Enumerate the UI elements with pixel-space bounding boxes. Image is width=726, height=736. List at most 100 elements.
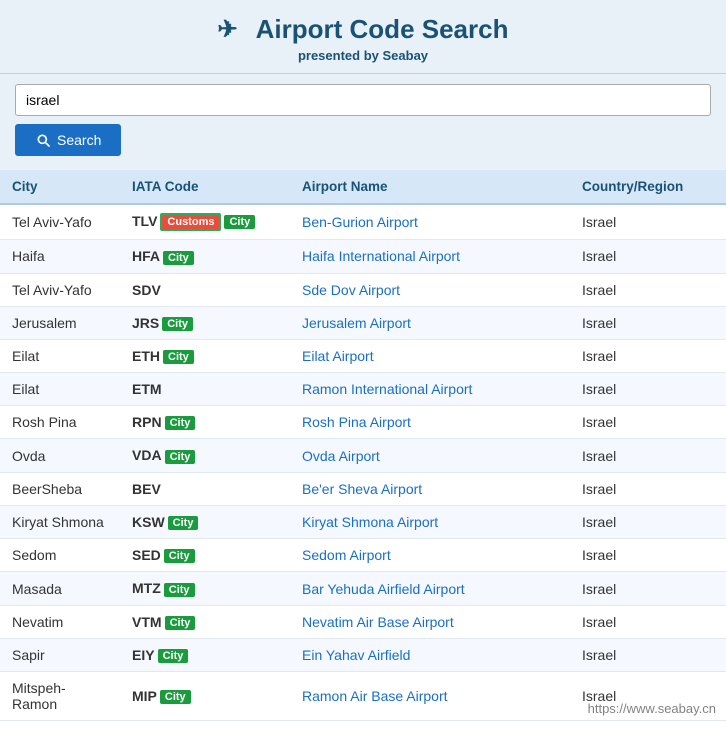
cell-iata: SDV bbox=[120, 273, 290, 306]
cell-iata: MTZCity bbox=[120, 572, 290, 605]
col-header-airport: Airport Name bbox=[290, 170, 570, 204]
search-input[interactable] bbox=[15, 84, 711, 116]
cell-city: Jerusalem bbox=[0, 306, 120, 339]
cell-city: Haifa bbox=[0, 240, 120, 273]
search-section: Search bbox=[0, 74, 726, 170]
iata-code: MIP bbox=[132, 688, 157, 704]
airport-link[interactable]: Sde Dov Airport bbox=[302, 282, 400, 298]
iata-code: SED bbox=[132, 547, 161, 563]
iata-code: ETM bbox=[132, 381, 162, 397]
cell-airport[interactable]: Haifa International Airport bbox=[290, 240, 570, 273]
table-row: Mitspeh-RamonMIPCityRamon Air Base Airpo… bbox=[0, 672, 726, 721]
cell-country: Israel bbox=[570, 672, 726, 721]
table-row: Tel Aviv-YafoTLVCustomsCity Ben-Gurion Ai… bbox=[0, 204, 726, 240]
airport-link[interactable]: Haifa International Airport bbox=[302, 248, 460, 264]
cell-iata: ETHCity bbox=[120, 339, 290, 372]
header-subtitle: presented by Seabay bbox=[10, 48, 716, 63]
cell-city: Masada bbox=[0, 572, 120, 605]
cell-iata: MIPCity bbox=[120, 672, 290, 721]
cell-airport[interactable]: Nevatim Air Base Airport bbox=[290, 605, 570, 638]
cell-airport[interactable]: Ben-Gurion Airport bbox=[290, 204, 570, 240]
airport-link[interactable]: Ben-Gurion Airport bbox=[302, 214, 418, 230]
airport-link[interactable]: Kiryat Shmona Airport bbox=[302, 514, 438, 530]
iata-code: TLV bbox=[132, 213, 157, 229]
cell-country: Israel bbox=[570, 339, 726, 372]
city-badge: City bbox=[165, 450, 196, 464]
cell-country: Israel bbox=[570, 572, 726, 605]
table-row: Haifa HFACity Haifa International Airport I… bbox=[0, 240, 726, 273]
cell-airport[interactable]: Sde Dov Airport bbox=[290, 273, 570, 306]
search-button[interactable]: Search bbox=[15, 124, 121, 156]
table-row: Tel Aviv-YafoSDV Sde Dov Airport Israel bbox=[0, 273, 726, 306]
iata-code: EIY bbox=[132, 647, 155, 663]
cell-country: Israel bbox=[570, 373, 726, 406]
airport-link[interactable]: Ovda Airport bbox=[302, 448, 380, 464]
table-row: EilatETHCityEilat AirportIsrael bbox=[0, 339, 726, 372]
iata-code: VTM bbox=[132, 614, 162, 630]
table-row: JerusalemJRSCityJerusalem AirportIsrael bbox=[0, 306, 726, 339]
city-badge: City bbox=[160, 690, 191, 704]
cell-country: Israel bbox=[570, 273, 726, 306]
cell-airport[interactable]: Jerusalem Airport bbox=[290, 306, 570, 339]
cell-airport[interactable]: Eilat Airport bbox=[290, 339, 570, 372]
cell-airport[interactable]: Kiryat Shmona Airport bbox=[290, 505, 570, 538]
city-badge: City bbox=[163, 251, 194, 265]
city-badge: City bbox=[164, 583, 195, 597]
cell-city: Rosh Pina bbox=[0, 406, 120, 439]
cell-iata: SEDCity bbox=[120, 539, 290, 572]
cell-city: Nevatim bbox=[0, 605, 120, 638]
cell-city: Tel Aviv-Yafo bbox=[0, 204, 120, 240]
iata-code: HFA bbox=[132, 248, 160, 264]
cell-country: Israel bbox=[570, 472, 726, 505]
cell-city: Sapir bbox=[0, 638, 120, 671]
cell-iata: VDACity bbox=[120, 439, 290, 472]
city-badge: City bbox=[165, 616, 196, 630]
cell-airport[interactable]: Bar Yehuda Airfield Airport bbox=[290, 572, 570, 605]
airport-link[interactable]: Jerusalem Airport bbox=[302, 315, 411, 331]
airport-link[interactable]: Ein Yahav Airfield bbox=[302, 647, 410, 663]
cell-airport[interactable]: Be'er Sheva Airport bbox=[290, 472, 570, 505]
cell-country: Israel bbox=[570, 406, 726, 439]
airport-link[interactable]: Nevatim Air Base Airport bbox=[302, 614, 454, 630]
airport-link[interactable]: Eilat Airport bbox=[302, 348, 374, 364]
iata-code: MTZ bbox=[132, 580, 161, 596]
table-row: Kiryat ShmonaKSWCityKiryat Shmona Airpor… bbox=[0, 505, 726, 538]
cell-city: Tel Aviv-Yafo bbox=[0, 273, 120, 306]
cell-country: Israel bbox=[570, 240, 726, 273]
table-row: MasadaMTZCityBar Yehuda Airfield Airport… bbox=[0, 572, 726, 605]
table-body: Tel Aviv-YafoTLVCustomsCity Ben-Gurion Ai… bbox=[0, 204, 726, 721]
iata-code: BEV bbox=[132, 481, 161, 497]
cell-airport[interactable]: Ramon International Airport bbox=[290, 373, 570, 406]
cell-iata: ETM bbox=[120, 373, 290, 406]
cell-country: Israel bbox=[570, 439, 726, 472]
table-row: OvdaVDACityOvda AirportIsrael bbox=[0, 439, 726, 472]
city-badge: City bbox=[165, 416, 196, 430]
city-badge: City bbox=[163, 350, 194, 364]
table-row: SapirEIYCityEin Yahav AirfieldIsrael bbox=[0, 638, 726, 671]
cell-airport[interactable]: Rosh Pina Airport bbox=[290, 406, 570, 439]
header-title: ✈ Airport Code Search bbox=[10, 14, 716, 45]
cell-country: Israel bbox=[570, 638, 726, 671]
header: ✈ Airport Code Search presented by Seaba… bbox=[0, 0, 726, 74]
cell-country: Israel bbox=[570, 204, 726, 240]
airport-link[interactable]: Be'er Sheva Airport bbox=[302, 481, 422, 497]
table-row: Eilat ETM Ramon International Airport Israe… bbox=[0, 373, 726, 406]
cell-iata: BEV bbox=[120, 472, 290, 505]
iata-code: RPN bbox=[132, 414, 162, 430]
cell-airport[interactable]: Ein Yahav Airfield bbox=[290, 638, 570, 671]
title-text: Airport Code Search bbox=[256, 14, 509, 45]
cell-city: Sedom bbox=[0, 539, 120, 572]
cell-airport[interactable]: Sedom Airport bbox=[290, 539, 570, 572]
airport-link[interactable]: Ramon International Airport bbox=[302, 381, 472, 397]
airport-link[interactable]: Ramon Air Base Airport bbox=[302, 688, 448, 704]
cell-city: Eilat bbox=[0, 373, 120, 406]
cell-airport[interactable]: Ovda Airport bbox=[290, 439, 570, 472]
iata-code: KSW bbox=[132, 514, 165, 530]
cell-country: Israel bbox=[570, 605, 726, 638]
airport-link[interactable]: Sedom Airport bbox=[302, 547, 391, 563]
cell-iata: TLVCustomsCity bbox=[120, 204, 290, 240]
cell-airport[interactable]: Ramon Air Base Airport bbox=[290, 672, 570, 721]
airport-link[interactable]: Bar Yehuda Airfield Airport bbox=[302, 581, 465, 597]
iata-code: JRS bbox=[132, 315, 159, 331]
airport-link[interactable]: Rosh Pina Airport bbox=[302, 414, 411, 430]
